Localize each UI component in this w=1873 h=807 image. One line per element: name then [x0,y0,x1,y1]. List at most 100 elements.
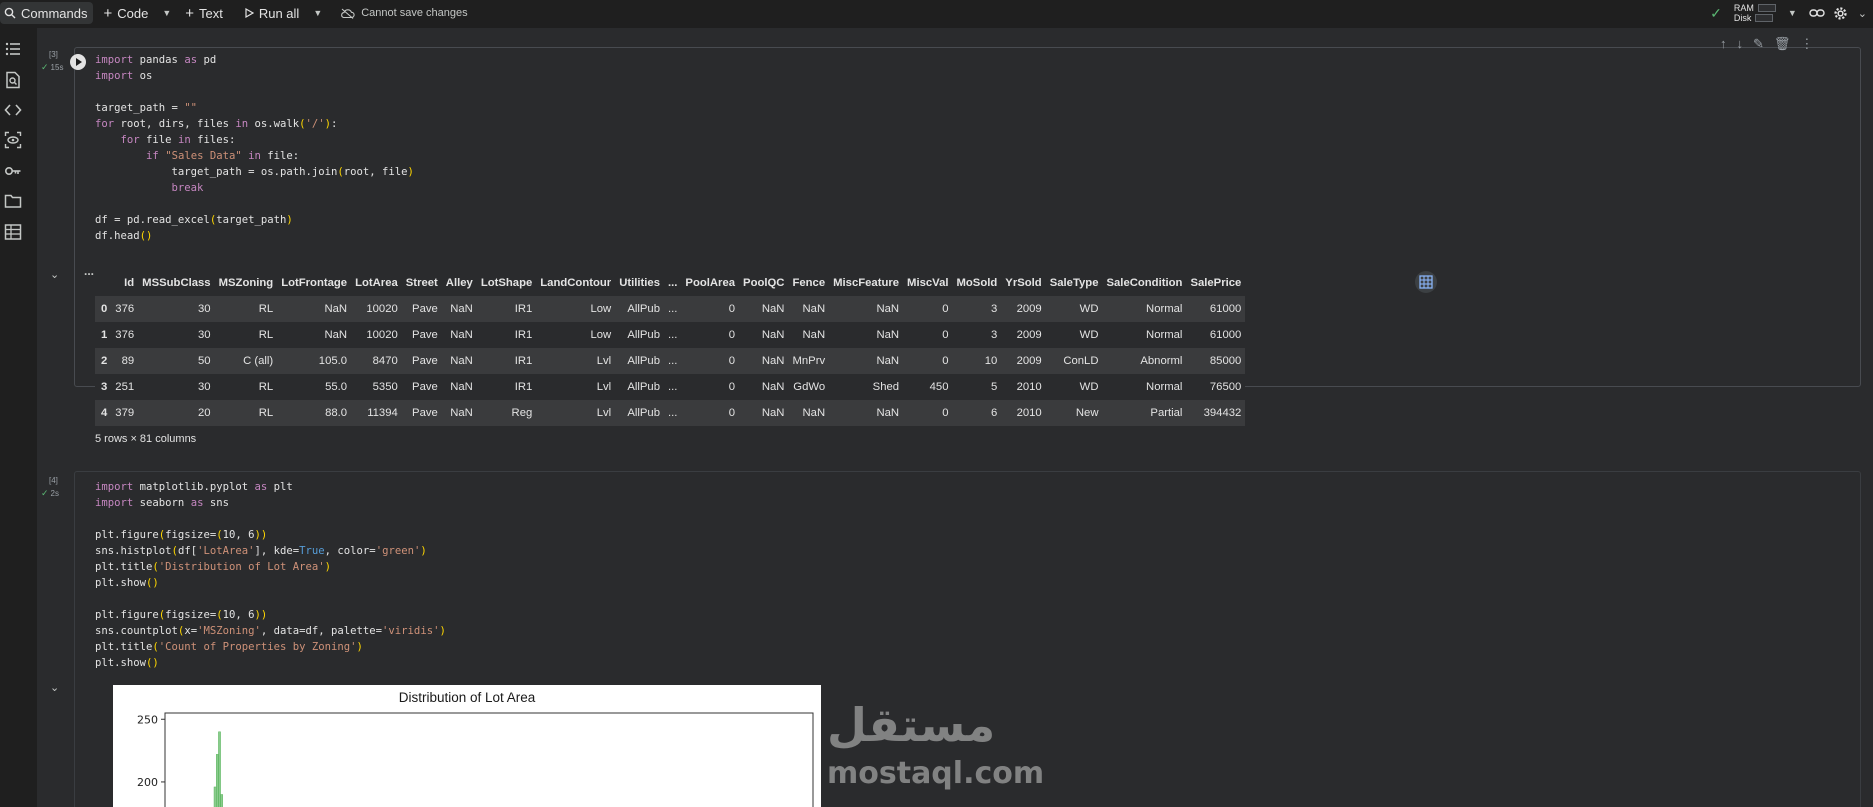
table-cell: NaN [802,303,826,315]
table-cell: GdWo [793,381,826,393]
column-header: MoSold [956,277,998,289]
table-cell: NaN [876,303,900,315]
code-line: plt.title('Distribution of Lot Area') [95,561,332,573]
table-of-contents-icon[interactable] [4,40,22,58]
table-cell: Pave [412,381,438,393]
table-cell: Pave [412,407,438,419]
table-cell: 2009 [1016,355,1042,367]
table-cell: 3 [991,303,998,315]
column-header: LandContour [540,277,612,289]
code-line: import os [95,70,153,82]
table-cell: NaN [761,381,785,393]
cell-1-code[interactable]: import pandas as pd import os target_pat… [95,52,414,244]
table-cell: RL [258,407,274,419]
code-line: for root, dirs, files in os.walk('/'): [95,118,338,130]
row-index: 0 [101,303,108,315]
add-text-button[interactable]: + Text [177,2,231,24]
table-cell: Lvl [596,381,612,393]
column-header: Utilities [619,277,660,289]
table-cell: IR1 [514,303,533,315]
table-cell: Low [590,329,612,341]
move-cell-down-icon[interactable]: ↓ [1737,36,1744,52]
code-line: sns.histplot(df['LotArea'], kde=True, co… [95,545,427,557]
more-options-icon[interactable]: ⋮ [1800,36,1813,52]
table-cell: NaN [802,329,826,341]
table-cell: NaN [450,329,473,341]
table-row: 2 89 50 C (all) 105.0 8470 Pave NaN IR1 Lvl AllPub… [95,348,1246,374]
table-cell: 85000 [1209,355,1242,367]
resource-monitor[interactable]: RAM Disk [1734,3,1776,23]
table-cell: Abnorml [1140,355,1183,367]
table-cell: Shed [872,381,900,393]
column-header: MSSubClass [142,277,211,289]
secrets-key-icon[interactable] [4,162,22,180]
cell-2-code[interactable]: import matplotlib.pyplot as plt import s… [95,479,446,671]
code-line: sns.countplot(x='MSZoning', data=df, pal… [95,625,446,637]
edit-cell-icon[interactable]: ✎ [1753,36,1764,52]
code-line: for file in files: [120,134,236,146]
table-cell: ... [668,407,678,419]
row-index: 1 [101,329,108,341]
gear-icon[interactable] [1833,6,1848,21]
histogram-bar [213,786,217,807]
column-header: SalePrice [1190,277,1242,289]
table-cell: 8470 [372,355,398,367]
column-header: SaleType [1049,277,1099,289]
table-cell: Normal [1146,329,1183,341]
variables-inspector-icon[interactable] [4,131,22,149]
run-all-dropdown-chevron-icon[interactable]: ▼ [307,8,328,18]
cell-1-execution-count: [3] [49,50,58,59]
table-cell: 76500 [1209,381,1242,393]
cell-1-run-button[interactable] [70,54,86,70]
table-cell: Lvl [596,407,612,419]
table-cell: 0 [728,355,736,367]
output-menu-ellipsis[interactable]: ... [84,264,94,278]
expand-chevron-icon[interactable]: ⌄ [1856,7,1869,20]
data-table-icon[interactable] [4,223,22,241]
add-code-label: Code [117,5,149,21]
column-header: LotShape [480,277,533,289]
histogram-bar [220,794,223,807]
link-icon[interactable] [1809,8,1825,18]
dataframe-shape-note: 5 rows × 81 columns [95,433,197,445]
delete-cell-icon[interactable]: 🗑 [1774,36,1791,52]
cannot-save-notice[interactable]: Cannot save changes [340,7,468,19]
code-line: import matplotlib.pyplot as plt [95,481,293,493]
table-cell: NaN [450,381,473,393]
table-cell: 450 [929,381,949,393]
column-header [95,270,111,296]
runtime-dropdown-chevron-icon[interactable]: ▼ [1784,8,1801,18]
add-code-button[interactable]: + Code [95,2,156,24]
table-cell: 0 [728,303,736,315]
table-cell: 376 [115,329,135,341]
files-folder-icon[interactable] [4,192,22,210]
code-snippets-icon[interactable] [4,101,22,119]
move-cell-up-icon[interactable]: ↑ [1720,36,1727,52]
table-cell: 6 [991,407,998,419]
cell-2-output-collapse-chevron-icon[interactable]: ⌄ [50,681,59,694]
code-dropdown-chevron-icon[interactable]: ▼ [156,8,177,18]
column-header: SaleCondition [1106,277,1183,289]
table-cell: AllPub [627,381,660,393]
column-header: Fence [792,277,826,289]
table-cell: AllPub [627,329,660,341]
table-cell: 10 [984,355,998,367]
table-cell: RL [258,329,274,341]
interactive-table-button[interactable] [1415,271,1437,293]
table-cell: 394432 [1203,407,1242,419]
table-cell: 0 [728,381,736,393]
column-header: Alley [445,277,473,289]
table-cell: WD [1079,329,1099,341]
table-row: 1 376 30 RL NaN 10020 Pave NaN IR1 Low AllPub... 0 N… [95,322,1246,348]
column-header: LotArea [355,277,398,289]
cell-1-output-collapse-chevron-icon[interactable]: ⌄ [50,268,59,281]
cell-2-execution-count: [4] [49,476,58,485]
run-all-button[interactable]: Run all [237,2,307,24]
find-in-page-icon[interactable] [4,71,22,89]
table-cell: 0 [728,329,736,341]
table-cell: 50 [198,355,211,367]
table-cell: NaN [876,355,900,367]
play-icon [245,8,254,18]
table-cell: NaN [324,303,348,315]
commands-button[interactable]: Commands [0,2,94,24]
